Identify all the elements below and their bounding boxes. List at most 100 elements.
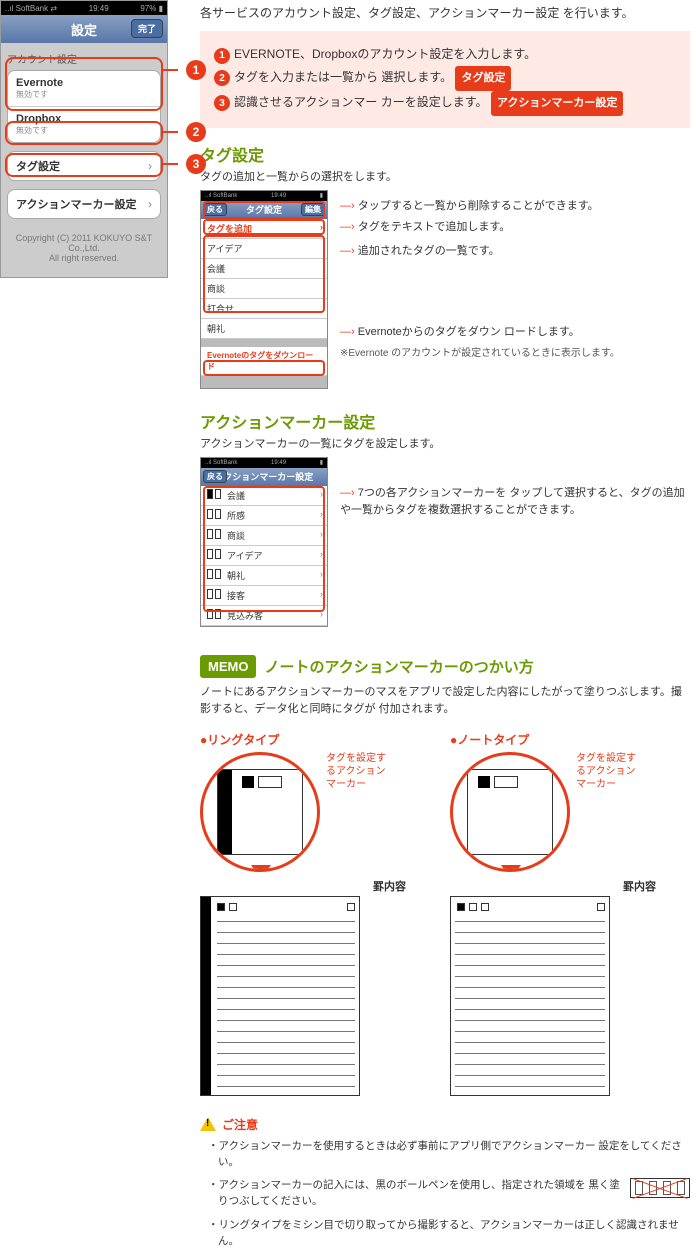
edit-button[interactable]: 編集: [301, 203, 325, 216]
back-button[interactable]: 戻る: [203, 470, 227, 483]
chevron-right-icon: ›: [320, 589, 323, 599]
action-marker-row[interactable]: 接客›: [201, 586, 327, 606]
note-type-col: ●ノートタイプ タグを設定するアクションマーカー 罫内容: [450, 731, 660, 1096]
tag-settings-heading: タグ設定: [200, 142, 690, 166]
tag-row[interactable]: アイデア: [201, 239, 327, 259]
status-bar: ..ıl SoftBank19:49▮: [201, 191, 327, 201]
action-marker-row[interactable]: 所感›: [201, 506, 327, 526]
caution-list: ・アクションマーカーを使用するときは必ず事前にアプリ側でアクションマーカー 設定…: [208, 1139, 690, 1250]
tag-row[interactable]: 打合せ: [201, 299, 327, 319]
dropbox-sub: 無効です: [16, 125, 152, 136]
nav-bar: 設定 完了: [1, 15, 167, 43]
callout-line: [162, 163, 178, 165]
copyright: Copyright (C) 2011 KOKUYO S&T Co.,Ltd. A…: [1, 219, 167, 277]
caution-title: ご注意: [222, 1116, 258, 1133]
memo-desc: ノートにあるアクションマーカーのマスをアプリで設定した内容にしたがって塗りつぶし…: [200, 684, 690, 719]
callout-3: 3: [186, 154, 206, 174]
sub-nav: 戻る タグ設定 編集: [201, 201, 327, 219]
evernote-row[interactable]: Evernote 無効です: [8, 71, 160, 107]
action-marker-row[interactable]: 会議›: [201, 486, 327, 506]
action-marker-row[interactable]: 見込み客›: [201, 606, 327, 626]
bad-marker-figure: [630, 1178, 690, 1198]
sheet-label: 罫内容: [450, 878, 656, 894]
caution-item: ・アクションマーカーを使用するときは必ず事前にアプリ側でアクションマーカー 設定…: [208, 1139, 690, 1171]
status-bar: ..ıl SoftBank ⇄ 19:49 97% ▮: [1, 1, 167, 15]
ring-sheet: [200, 896, 360, 1096]
done-button[interactable]: 完了: [131, 19, 163, 38]
battery-label: 97% ▮: [140, 4, 163, 13]
evernote-title: Evernote: [16, 77, 152, 89]
callout-line: [162, 131, 178, 133]
warning-icon: [200, 1117, 216, 1131]
instruction-3: 3認識させるアクションマー カーを設定します。 アクションマーカー設定: [214, 91, 676, 116]
tag-phone-screenshot: ..ıl SoftBank19:49▮ 戻る タグ設定 編集 タグを追加› アイ…: [200, 190, 328, 389]
action-settings-chip: アクションマーカー設定: [491, 91, 623, 116]
ring-circle-diagram: [200, 752, 320, 872]
sub-nav-title: タグ設定: [246, 203, 282, 216]
settings-phone-screenshot: ..ıl SoftBank ⇄ 19:49 97% ▮ 設定 完了 アカウント設…: [0, 0, 168, 278]
caution-item: ・アクションマーカーの記入には、黒のボールペンを使用し、指定された領域を 黒く塗…: [208, 1178, 690, 1210]
action-settings-heading: アクションマーカー設定: [200, 409, 690, 433]
intro-text: 各サービスのアカウント設定、タグ設定、アクションマーカー設定 を行います。: [200, 4, 690, 21]
chevron-right-icon: ›: [148, 159, 152, 173]
evernote-sub: 無効です: [16, 89, 152, 100]
callout-2: 2: [186, 122, 206, 142]
instruction-1: 1EVERNOTE、Dropboxのアカウント設定を入力します。: [214, 43, 676, 66]
evernote-footnote: ※Evernote のアカウントが設定されているときに表示します。: [340, 346, 690, 362]
callout-line: [162, 69, 178, 71]
chevron-right-icon: ›: [320, 222, 323, 232]
ring-type-title: ●リングタイプ: [200, 731, 410, 748]
action-notes: —› 7つの各アクションマーカーを タップして選択すると、タグの追加や一覧からタ…: [340, 457, 690, 524]
action-marker-row[interactable]: アイデア›: [201, 546, 327, 566]
memo-title: ノートのアクションマーカーのつかい方: [264, 656, 533, 677]
tag-settings-desc: タグの追加と一覧からの選択をします。: [200, 168, 690, 184]
memo-header: MEMO ノートのアクションマーカーのつかい方: [200, 655, 690, 678]
download-tags-row[interactable]: Evernoteのタグをダウンロード: [201, 347, 327, 376]
memo-badge: MEMO: [200, 655, 256, 678]
caution-item: ・リングタイプをミシン目で切り取ってから撮影すると、アクションマーカーは正しく認…: [208, 1218, 690, 1250]
chevron-right-icon: ›: [320, 509, 323, 519]
note-type-title: ●ノートタイプ: [450, 731, 660, 748]
action-settings-label: アクションマーカー設定: [16, 199, 136, 211]
add-tag-row[interactable]: タグを追加›: [201, 219, 327, 239]
tag-row[interactable]: 会議: [201, 259, 327, 279]
tag-notes: —› タップすると一覧から削除することができます。 —› タグをテキストで追加し…: [340, 190, 690, 362]
account-group: Evernote 無効です Dropbox 無効です: [7, 70, 161, 143]
action-settings-row[interactable]: アクションマーカー設定 ›: [8, 190, 160, 218]
action-group: アクションマーカー設定 ›: [7, 189, 161, 219]
action-phone-screenshot: ..ıl SoftBank19:49▮ 戻る アクションマーカー設定 会議›所感…: [200, 457, 328, 627]
tag-group: タグ設定 ›: [7, 151, 161, 181]
note-circle-diagram: [450, 752, 570, 872]
dropbox-title: Dropbox: [16, 113, 152, 125]
chevron-right-icon: ›: [320, 609, 323, 619]
tag-settings-chip: タグ設定: [455, 66, 511, 91]
account-section-label: アカウント設定: [1, 43, 167, 70]
action-marker-row[interactable]: 商談›: [201, 526, 327, 546]
dropbox-row[interactable]: Dropbox 無効です: [8, 107, 160, 142]
instruction-2: 2タグを入力または一覧から 選択します。 タグ設定: [214, 66, 676, 91]
clock-label: 19:49: [89, 4, 109, 13]
chevron-right-icon: ›: [148, 197, 152, 211]
note-sheet: [450, 896, 610, 1096]
back-button[interactable]: 戻る: [203, 203, 227, 216]
sub-nav: 戻る アクションマーカー設定: [201, 468, 327, 486]
chevron-right-icon: ›: [320, 549, 323, 559]
action-settings-desc: アクションマーカーの一覧にタグを設定します。: [200, 435, 690, 451]
tag-row[interactable]: 朝礼: [201, 319, 327, 339]
nav-title: 設定: [71, 20, 97, 39]
chevron-right-icon: ›: [320, 529, 323, 539]
status-bar: ..ıl SoftBank19:49▮: [201, 458, 327, 468]
action-marker-row[interactable]: 朝礼›: [201, 566, 327, 586]
sub-nav-title: アクションマーカー設定: [215, 470, 314, 483]
callout-1: 1: [186, 60, 206, 80]
chevron-right-icon: ›: [320, 569, 323, 579]
note-annotation: タグを設定するアクションマーカー: [576, 752, 636, 791]
ring-annotation: タグを設定するアクションマーカー: [326, 752, 386, 791]
caution-header: ご注意: [200, 1116, 690, 1133]
tag-row[interactable]: 商談: [201, 279, 327, 299]
sheet-label: 罫内容: [200, 878, 406, 894]
tag-settings-label: タグ設定: [16, 161, 60, 173]
carrier-label: ..ıl SoftBank ⇄: [5, 4, 57, 13]
chevron-right-icon: ›: [320, 489, 323, 499]
tag-settings-row[interactable]: タグ設定 ›: [8, 152, 160, 180]
